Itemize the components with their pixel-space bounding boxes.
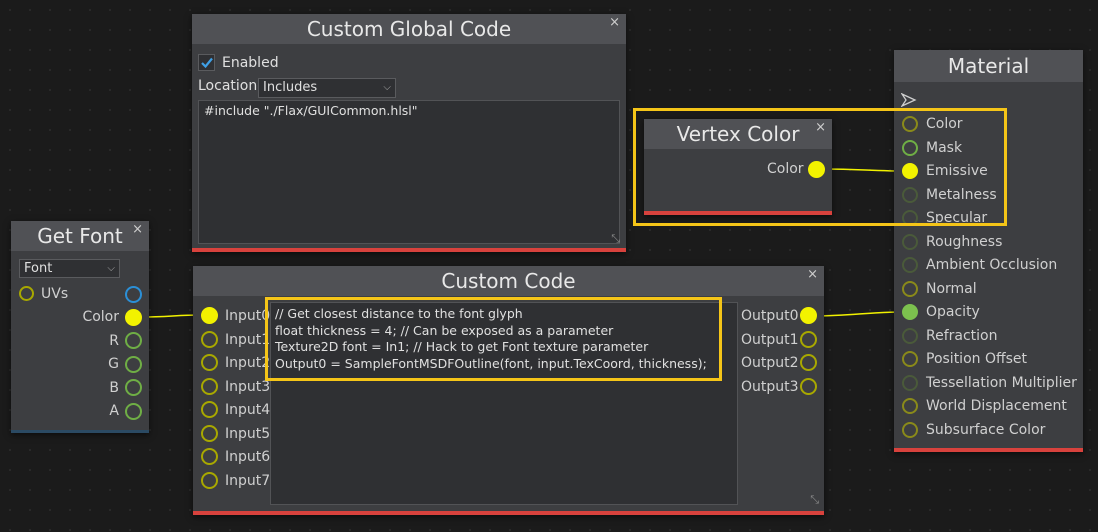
input-label-input6: Input6 <box>225 449 271 465</box>
output-port-r[interactable] <box>125 332 142 349</box>
resize-handle-icon[interactable]: ⤡ <box>810 493 819 507</box>
input-port-subsurface-color[interactable] <box>902 422 918 438</box>
checkmark-icon <box>201 57 213 69</box>
input-port-input0[interactable] <box>201 307 218 324</box>
input-label-input4: Input4 <box>225 402 271 418</box>
output-port-output1[interactable] <box>800 331 817 348</box>
node-bottom-bar <box>11 430 149 433</box>
node-title: Custom Code <box>193 266 824 296</box>
input-label-input7: Input7 <box>225 473 271 489</box>
input-port-tessellation-multiplier[interactable] <box>902 375 918 391</box>
node-bottom-bar <box>894 448 1083 452</box>
location-value: Includes <box>263 80 318 95</box>
highlight-vertex-color <box>633 108 1007 226</box>
location-label: Location <box>198 78 258 94</box>
input-label-ambient-occlusion: Ambient Occlusion <box>926 257 1058 273</box>
output-label-g: G <box>108 356 119 372</box>
input-port-input1[interactable] <box>201 331 218 348</box>
output-label-output2: Output2 <box>741 355 799 371</box>
node-title: Custom Global Code <box>192 14 626 44</box>
output-port-g[interactable] <box>125 356 142 373</box>
chevron-down-icon: ⌵ <box>107 263 115 274</box>
enabled-checkbox[interactable] <box>198 54 215 71</box>
output-label-r: R <box>109 333 119 349</box>
highlight-custom-code <box>265 297 722 381</box>
input-port-refraction[interactable] <box>902 328 918 344</box>
input-label-world-displacement: World Displacement <box>926 398 1067 414</box>
input-port-input6[interactable] <box>201 448 218 465</box>
node-title: Get Font <box>11 221 149 251</box>
node-bottom-bar <box>193 511 824 515</box>
play-arrow-icon[interactable] <box>901 93 917 107</box>
output-port-b[interactable] <box>125 379 142 396</box>
output-label-output0: Output0 <box>741 308 799 324</box>
input-label-input5: Input5 <box>225 426 271 442</box>
input-label-subsurface-color: Subsurface Color <box>926 422 1046 438</box>
input-port-uvs[interactable] <box>19 286 34 301</box>
font-dropdown[interactable]: Font ⌵ <box>19 259 120 278</box>
resize-handle-icon[interactable]: ⤡ <box>611 232 620 246</box>
input-port-position-offset[interactable] <box>902 351 918 367</box>
output-port-output3[interactable] <box>800 378 817 395</box>
output-label-color: Color <box>82 309 119 325</box>
output-port-a[interactable] <box>125 403 142 420</box>
node-title: Material <box>894 50 1083 82</box>
input-label-position-offset: Position Offset <box>926 351 1028 367</box>
input-label-input3: Input3 <box>225 379 271 395</box>
input-label-uvs: UVs <box>41 286 69 302</box>
input-port-normal[interactable] <box>902 281 918 297</box>
global-code-textarea[interactable]: #include "./Flax/GUICommon.hlsl" <box>198 100 620 244</box>
chevron-down-icon: ⌵ <box>383 82 391 93</box>
input-port-input3[interactable] <box>201 378 218 395</box>
output-label-output1: Output1 <box>741 332 799 348</box>
input-port-input5[interactable] <box>201 425 218 442</box>
wire-output0-opacity <box>814 311 903 317</box>
font-value: Font <box>24 261 53 276</box>
input-port-opacity[interactable] <box>902 304 918 320</box>
input-label-input2: Input2 <box>225 355 271 371</box>
input-label-refraction: Refraction <box>926 328 998 344</box>
custom-global-code-node[interactable]: Custom Global Code × Enabled Location In… <box>192 14 626 252</box>
input-label-roughness: Roughness <box>926 234 1003 250</box>
enabled-label: Enabled <box>222 55 279 71</box>
close-icon[interactable]: × <box>807 268 818 282</box>
input-label-normal: Normal <box>926 281 977 297</box>
output-port-output2[interactable] <box>800 354 817 371</box>
input-port-roughness[interactable] <box>902 234 918 250</box>
output-port-uvs[interactable] <box>125 286 142 303</box>
location-dropdown[interactable]: Includes ⌵ <box>258 78 396 98</box>
output-label-b: B <box>109 380 119 396</box>
input-label-input1: Input1 <box>225 332 271 348</box>
close-icon[interactable]: × <box>132 223 143 237</box>
input-port-ambient-occlusion[interactable] <box>902 257 918 273</box>
input-port-input2[interactable] <box>201 354 218 371</box>
input-port-world-displacement[interactable] <box>902 398 918 414</box>
input-port-input7[interactable] <box>201 472 218 489</box>
output-label-a: A <box>109 403 119 419</box>
get-font-node[interactable]: Get Font × Font ⌵ UVs Color R G B A <box>11 221 149 433</box>
input-label-opacity: Opacity <box>926 304 980 320</box>
input-label-tessellation-multiplier: Tessellation Multiplier <box>926 375 1077 391</box>
output-port-output0[interactable] <box>800 307 817 324</box>
input-port-input4[interactable] <box>201 401 218 418</box>
input-label-input0: Input0 <box>225 308 271 324</box>
output-port-color[interactable] <box>125 309 142 326</box>
global-code-text: #include "./Flax/GUICommon.hlsl" <box>204 103 418 118</box>
close-icon[interactable]: × <box>609 16 620 30</box>
output-label-output3: Output3 <box>741 379 799 395</box>
node-bottom-bar <box>192 248 626 252</box>
